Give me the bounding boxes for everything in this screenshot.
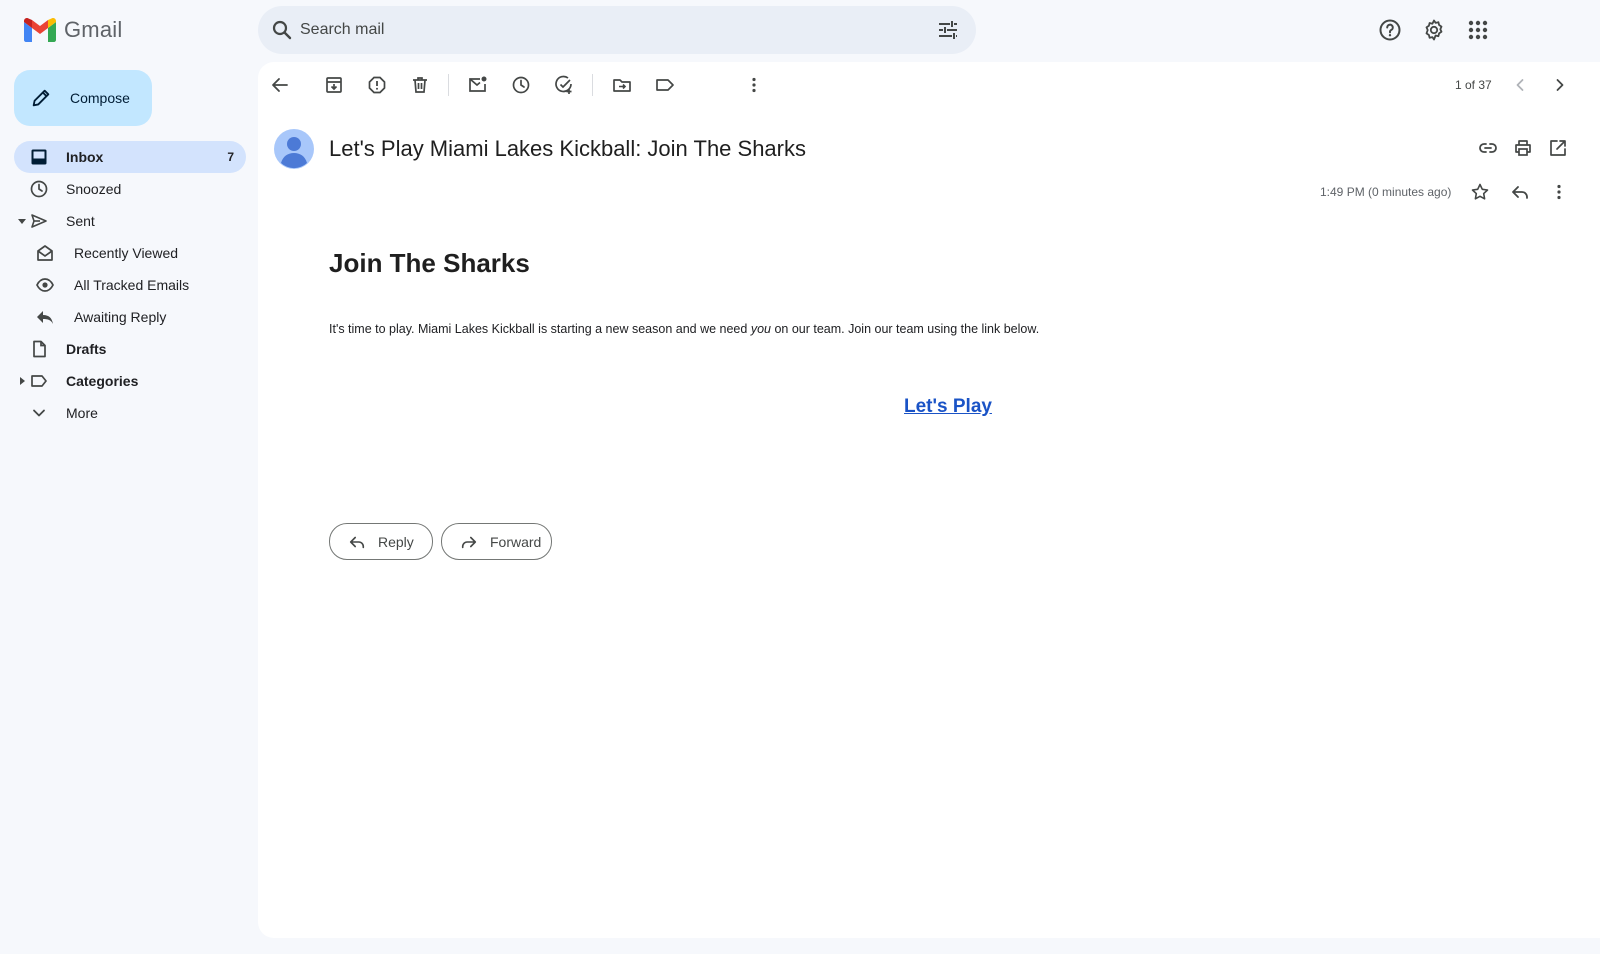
open-in-new-window-icon[interactable] — [1548, 138, 1568, 158]
sidebar-item-label: All Tracked Emails — [74, 277, 190, 293]
sidebar-item-more[interactable]: More — [14, 397, 246, 429]
sidebar-item-label: Drafts — [66, 341, 107, 357]
chevron-down-icon — [33, 409, 45, 417]
chevron-left-icon[interactable] — [1510, 75, 1530, 95]
reply-button[interactable]: Reply — [329, 523, 433, 560]
gmail-m-icon — [24, 18, 56, 42]
print-icon[interactable] — [1513, 138, 1533, 158]
eye-icon — [36, 278, 54, 292]
email-timestamp: 1:49 PM (0 minutes ago) — [1320, 185, 1452, 199]
body-text-emphasis: you — [750, 322, 771, 336]
more-vert-icon[interactable] — [744, 75, 764, 95]
archive-icon[interactable] — [324, 75, 344, 95]
draft-icon — [33, 340, 46, 358]
sidebar-item-inbox[interactable]: Inbox 7 — [14, 141, 246, 173]
help-icon[interactable] — [1378, 18, 1402, 42]
email-body: Join The Sharks It's time to play. Miami… — [329, 248, 1039, 336]
clock-icon — [30, 180, 48, 198]
search-bar — [258, 6, 976, 54]
send-icon — [31, 214, 47, 228]
unread-count-badge: 7 — [227, 150, 234, 164]
sidebar-item-categories[interactable]: Categories — [14, 365, 246, 397]
label-icon[interactable] — [655, 75, 675, 95]
sidebar-item-sent[interactable]: Sent — [14, 205, 246, 237]
reply-icon — [37, 311, 53, 324]
sidebar-item-label: Inbox — [66, 149, 104, 165]
label-icon — [31, 375, 47, 387]
lets-play-link[interactable]: Let's Play — [904, 396, 992, 418]
toolbar-divider — [448, 74, 449, 96]
chevron-right-icon[interactable] — [1550, 75, 1570, 95]
apps-grid-icon[interactable] — [1466, 18, 1490, 42]
sidebar-item-all-tracked-emails[interactable]: All Tracked Emails — [14, 269, 246, 301]
email-subject: Let's Play Miami Lakes Kickball: Join Th… — [329, 136, 806, 161]
link-icon[interactable] — [1478, 138, 1498, 158]
sidebar-item-snoozed[interactable]: Snoozed — [14, 173, 246, 205]
move-to-folder-icon[interactable] — [612, 75, 632, 95]
sidebar-item-awaiting-reply[interactable]: Awaiting Reply — [14, 301, 246, 333]
compose-button[interactable]: Compose — [14, 70, 152, 126]
app-name: Gmail — [64, 17, 123, 42]
pager-count: 1 of 37 — [1455, 78, 1492, 92]
email-paragraph: It's time to play. Miami Lakes Kickball … — [329, 322, 1229, 336]
sender-avatar[interactable] — [274, 129, 314, 169]
sidebar-item-label: Snoozed — [66, 181, 122, 197]
search-icon[interactable] — [270, 18, 294, 42]
forward-button[interactable]: Forward — [441, 523, 552, 560]
email-heading: Join The Sharks — [329, 248, 530, 278]
sidebar-item-label: Categories — [66, 373, 139, 389]
forward-label: Forward — [490, 533, 542, 550]
reply-arrow-icon — [349, 536, 365, 548]
body-text-end: on our team. Join our team using the lin… — [770, 322, 1040, 336]
sidebar-item-drafts[interactable]: Drafts — [14, 333, 246, 365]
star-icon[interactable] — [1470, 182, 1490, 202]
search-input[interactable] — [300, 16, 860, 44]
forward-arrow-icon — [461, 536, 477, 548]
caret-down-icon[interactable] — [18, 217, 26, 225]
open-envelope-icon — [37, 245, 53, 261]
sidebar-item-recently-viewed[interactable]: Recently Viewed — [14, 237, 246, 269]
sidebar-item-label: More — [66, 405, 98, 421]
sidebar-item-label: Sent — [66, 213, 95, 229]
more-vert-icon[interactable] — [1549, 182, 1569, 202]
report-spam-icon[interactable] — [367, 75, 387, 95]
add-to-tasks-icon[interactable] — [554, 75, 574, 95]
compose-label: Compose — [70, 90, 130, 106]
gmail-logo[interactable]: Gmail — [24, 14, 122, 46]
search-options-icon[interactable] — [936, 18, 960, 42]
message-panel: 1 of 37 Let's Play Miami Lakes Kickball:… — [258, 62, 1600, 938]
pencil-icon — [32, 89, 50, 107]
sidebar-item-label: Awaiting Reply — [74, 309, 167, 325]
snooze-clock-icon[interactable] — [511, 75, 531, 95]
back-arrow-icon[interactable] — [270, 75, 290, 95]
delete-trash-icon[interactable] — [410, 75, 430, 95]
body-text-start: It's time to play. Miami Lakes Kickball … — [329, 322, 751, 336]
reply-icon[interactable] — [1510, 182, 1530, 202]
settings-gear-icon[interactable] — [1422, 18, 1446, 42]
caret-right-icon[interactable] — [18, 377, 26, 385]
reply-label: Reply — [378, 533, 414, 550]
inbox-icon — [31, 149, 47, 165]
mark-unread-icon[interactable] — [468, 75, 488, 95]
toolbar-divider — [592, 74, 593, 96]
sidebar-item-label: Recently Viewed — [74, 245, 179, 261]
